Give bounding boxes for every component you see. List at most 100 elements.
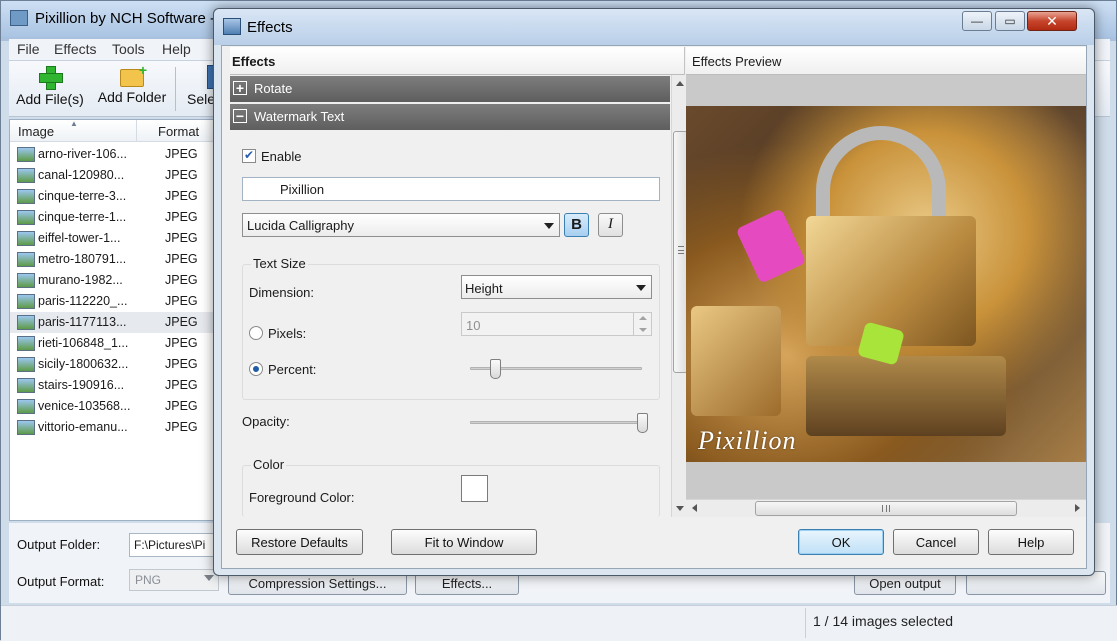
cancel-button[interactable]: Cancel	[893, 529, 979, 555]
file-format: JPEG	[165, 357, 198, 371]
menu-help[interactable]: Help	[162, 41, 191, 57]
padlock-shape	[806, 356, 1006, 436]
pixels-value: 10	[466, 318, 481, 333]
file-row[interactable]: cinque-terre-3... JPEG	[10, 186, 218, 207]
ok-button[interactable]: OK	[798, 529, 884, 555]
preview-pane: Effects Preview Pixillion	[686, 47, 1086, 517]
maximize-button[interactable]: ▭	[995, 11, 1025, 31]
opacity-slider-track[interactable]	[470, 421, 648, 424]
percent-radio[interactable]	[249, 362, 263, 376]
file-row[interactable]: venice-103568... JPEG	[10, 396, 218, 417]
spin-arrows-icon[interactable]	[633, 313, 651, 335]
dimension-select[interactable]: Height	[461, 275, 652, 299]
font-select[interactable]: Lucida Calligraphy	[242, 213, 560, 237]
image-thumbnail-icon	[17, 252, 35, 267]
scroll-right-icon[interactable]	[1075, 504, 1080, 512]
scroll-up-icon[interactable]	[676, 81, 684, 86]
opacity-slider-thumb[interactable]	[637, 413, 648, 433]
dialog-body: Effects + Rotate − Watermark Text Enable…	[221, 45, 1087, 569]
file-row[interactable]: eiffel-tower-1... JPEG	[10, 228, 218, 249]
file-row[interactable]: murano-1982... JPEG	[10, 270, 218, 291]
output-format-select[interactable]: PNG	[129, 569, 219, 591]
status-divider	[805, 608, 806, 638]
select-label: Sele	[187, 91, 216, 107]
italic-button[interactable]: I	[598, 213, 623, 237]
chevron-down-icon	[544, 223, 554, 229]
file-format: JPEG	[165, 147, 198, 161]
column-separator[interactable]	[136, 120, 137, 142]
pixels-radio[interactable]	[249, 326, 263, 340]
file-name: cinque-terre-3...	[38, 189, 127, 203]
file-format: JPEG	[165, 210, 198, 224]
file-row[interactable]: rieti-106848_1... JPEG	[10, 333, 218, 354]
file-row[interactable]: stairs-190916... JPEG	[10, 375, 218, 396]
scroll-down-icon[interactable]	[676, 506, 684, 511]
column-header-format[interactable]: Format	[158, 124, 199, 139]
help-button[interactable]: Help	[988, 529, 1074, 555]
bold-button[interactable]: B	[564, 213, 589, 237]
close-button[interactable]: ✕	[1027, 11, 1077, 31]
image-thumbnail-icon	[17, 189, 35, 204]
file-name: cinque-terre-1...	[38, 210, 127, 224]
file-format: JPEG	[165, 273, 198, 287]
foreground-color-label: Foreground Color:	[249, 490, 355, 505]
effects-pane-header: Effects	[230, 47, 684, 75]
collapse-icon: −	[233, 109, 247, 123]
padlock-shape	[691, 306, 781, 416]
file-row[interactable]: arno-river-106... JPEG	[10, 144, 218, 165]
file-format: JPEG	[165, 336, 198, 350]
chevron-down-icon	[204, 575, 214, 581]
file-row[interactable]: vittorio-emanu... JPEG	[10, 417, 218, 438]
section-rotate[interactable]: + Rotate	[230, 76, 670, 102]
dialog-titlebar[interactable]: Effects — ▭ ✕	[214, 9, 1094, 45]
status-text: 1 / 14 images selected	[813, 613, 954, 629]
image-thumbnail-icon	[17, 168, 35, 183]
file-name: sicily-1800632...	[38, 357, 129, 371]
add-folder-label: Add Folder	[97, 89, 167, 105]
file-list[interactable]: Image ▲ Format arno-river-106... JPEG cana…	[9, 119, 219, 521]
preview-horizontal-scrollbar[interactable]	[686, 499, 1086, 517]
menu-tools[interactable]: Tools	[112, 41, 145, 57]
add-files-label: Add File(s)	[16, 91, 84, 107]
image-thumbnail-icon	[17, 336, 35, 351]
image-thumbnail-icon	[17, 231, 35, 246]
horizontal-scrollbar-thumb[interactable]	[755, 501, 1017, 516]
file-row[interactable]: canal-120980... JPEG	[10, 165, 218, 186]
effects-dialog: Effects — ▭ ✕ Effects + Rotate − Waterma…	[213, 8, 1095, 576]
dimension-value: Height	[465, 281, 503, 296]
image-thumbnail-icon	[17, 315, 35, 330]
preview-image: Pixillion	[686, 106, 1086, 462]
restore-defaults-button[interactable]: Restore Defaults	[236, 529, 363, 555]
file-row[interactable]: cinque-terre-1... JPEG	[10, 207, 218, 228]
enable-label: Enable	[261, 149, 302, 164]
watermark-text-input[interactable]: Pixillion	[242, 177, 660, 201]
column-header-image[interactable]: Image	[18, 124, 54, 139]
foreground-color-swatch[interactable]	[461, 475, 488, 502]
file-row[interactable]: sicily-1800632... JPEG	[10, 354, 218, 375]
add-folder-button[interactable]: Add Folder	[93, 62, 171, 105]
file-name: murano-1982...	[38, 273, 123, 287]
image-thumbnail-icon	[17, 294, 35, 309]
file-row[interactable]: paris-112220_... JPEG	[10, 291, 218, 312]
file-row[interactable]: paris-1177113... JPEG	[10, 312, 218, 333]
file-format: JPEG	[165, 315, 198, 329]
section-watermark-text[interactable]: − Watermark Text	[230, 104, 670, 130]
file-row[interactable]: metro-180791... JPEG	[10, 249, 218, 270]
sort-ascending-icon: ▲	[70, 119, 78, 128]
menu-file[interactable]: File	[17, 41, 40, 57]
image-thumbnail-icon	[17, 378, 35, 393]
output-format-value: PNG	[135, 573, 162, 587]
percent-slider-thumb[interactable]	[489, 359, 501, 379]
add-files-button[interactable]: Add File(s)	[13, 65, 87, 107]
preview-watermark-text: Pixillion	[698, 426, 797, 455]
minimize-button[interactable]: —	[962, 11, 992, 31]
percent-label: Percent:	[268, 362, 317, 377]
menu-effects[interactable]: Effects	[54, 41, 97, 57]
file-name: eiffel-tower-1...	[38, 231, 121, 245]
fit-to-window-button[interactable]: Fit to Window	[391, 529, 537, 555]
pixels-spinbox[interactable]: 10	[461, 312, 652, 336]
file-name: rieti-106848_1...	[38, 336, 129, 350]
enable-checkbox[interactable]	[242, 148, 256, 163]
scroll-left-icon[interactable]	[692, 504, 697, 512]
color-group-title: Color	[251, 457, 287, 472]
